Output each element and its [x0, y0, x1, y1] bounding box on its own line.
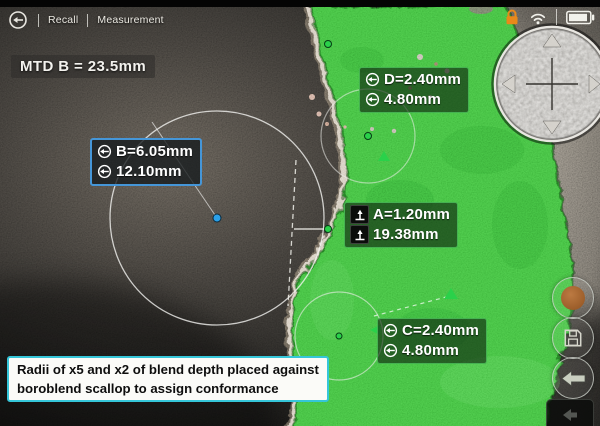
measurement-value: 12.10mm [116, 162, 182, 181]
annotation-caption[interactable]: Radii of x5 and x2 of blend depth placed… [7, 356, 329, 402]
diameter-icon [365, 92, 380, 107]
measurement-row: D=2.40mm [365, 70, 461, 89]
measurement-value: 4.80mm [402, 341, 459, 360]
top-strip [0, 0, 600, 7]
menu-bar: Recall Measurement [7, 9, 164, 31]
depth-icon [350, 205, 369, 224]
status-separator [556, 9, 557, 25]
record-icon [561, 286, 585, 310]
measurement-point[interactable] [325, 41, 332, 48]
corner-arrow-icon [561, 408, 579, 422]
measurement-row: 19.38mm [350, 225, 450, 244]
corner-menu-button[interactable] [546, 399, 594, 426]
depth-icon [350, 225, 369, 244]
diameter-icon [97, 144, 112, 159]
menu-item-recall[interactable]: Recall [48, 14, 78, 26]
depth-a-point [325, 226, 332, 233]
back-nav-button[interactable] [552, 357, 594, 399]
measurement-label-d[interactable]: D=2.40mm 4.80mm [359, 67, 469, 113]
save-button[interactable] [552, 317, 594, 359]
measurement-row: A=1.20mm [350, 205, 450, 224]
menu-item-measurement[interactable]: Measurement [97, 14, 163, 26]
battery-icon [566, 10, 595, 25]
measurement-row: 4.80mm [365, 90, 461, 109]
menu-separator [87, 14, 88, 27]
circle-c-center-dot [336, 333, 342, 339]
measurement-label-c[interactable]: C=2.40mm 4.80mm [377, 318, 487, 364]
measurement-row: B=6.05mm [97, 142, 193, 161]
diameter-icon [383, 323, 398, 338]
measurement-row: 4.80mm [383, 341, 479, 360]
diameter-icon [383, 343, 398, 358]
measurement-value: C=2.40mm [402, 321, 479, 340]
measurement-label-b[interactable]: B=6.05mm 12.10mm [90, 138, 202, 186]
status-bar [504, 8, 595, 26]
wifi-icon [529, 10, 547, 25]
circle-d-center-dot [365, 133, 372, 140]
zoom-window[interactable] [493, 25, 600, 144]
measurement-value: 4.80mm [384, 90, 441, 109]
back-button[interactable] [7, 9, 29, 31]
inspection-screen: Recall Measurement MTD B = 23.5mm B=6.05… [0, 0, 600, 426]
measurement-value: 19.38mm [373, 225, 439, 244]
record-button[interactable] [552, 277, 594, 319]
menu-separator [38, 14, 39, 27]
circle-b-center-dot [213, 214, 221, 222]
measurement-row: 12.10mm [97, 162, 193, 181]
diameter-icon [97, 164, 112, 179]
measurement-value: A=1.20mm [373, 205, 450, 224]
back-icon [7, 9, 29, 31]
measurement-row: C=2.40mm [383, 321, 479, 340]
measurement-value: B=6.05mm [116, 142, 193, 161]
back-arrow-icon [561, 370, 586, 387]
diameter-icon [365, 72, 380, 87]
measurement-label-a[interactable]: A=1.20mm 19.38mm [344, 202, 458, 248]
mtd-readout: MTD B = 23.5mm [11, 55, 155, 78]
measurement-value: D=2.40mm [384, 70, 461, 89]
save-icon [562, 327, 584, 349]
lock-icon [504, 8, 520, 26]
